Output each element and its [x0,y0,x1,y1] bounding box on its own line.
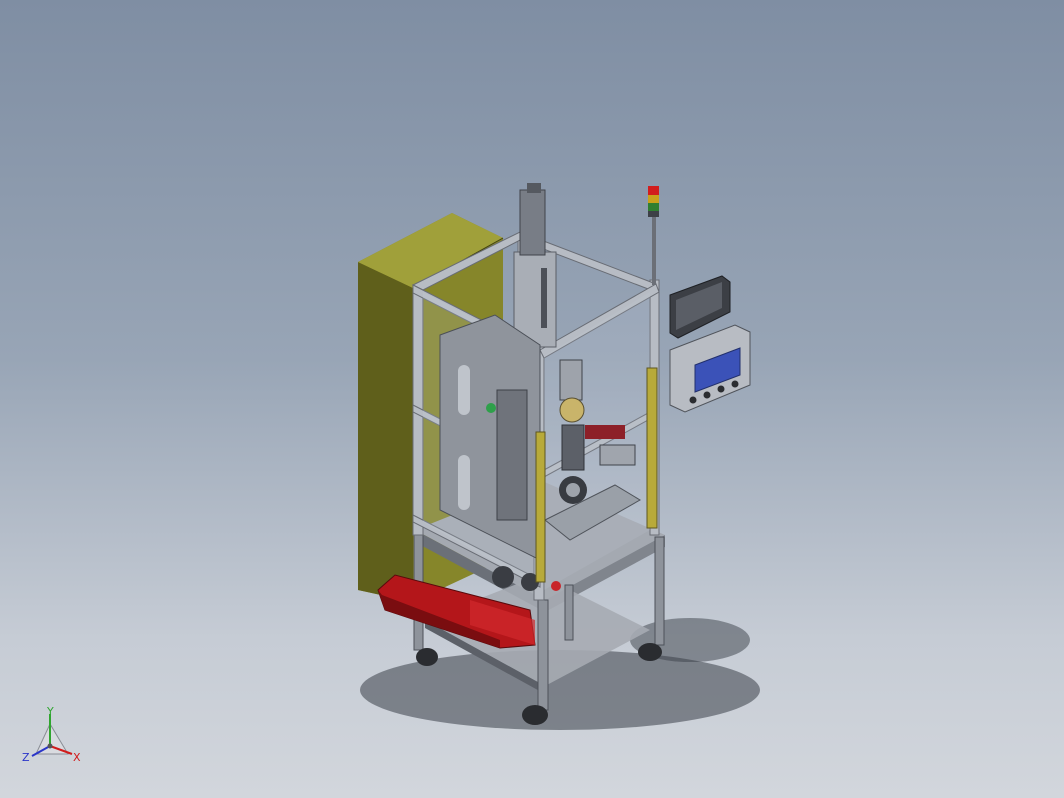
triad-x-label: X [73,751,81,764]
press-column[interactable] [513,183,557,348]
triad-z-label: Z [22,751,30,764]
machine-model[interactable] [0,0,1064,798]
hmi-control-box[interactable] [669,324,751,413]
triad-y-label: Y [46,705,54,718]
coordinate-triad-icon: Y X Z [22,705,81,764]
graphics-viewport[interactable]: Y X Z [0,0,1064,798]
signal-tower [648,186,659,285]
monitor[interactable] [669,275,731,339]
